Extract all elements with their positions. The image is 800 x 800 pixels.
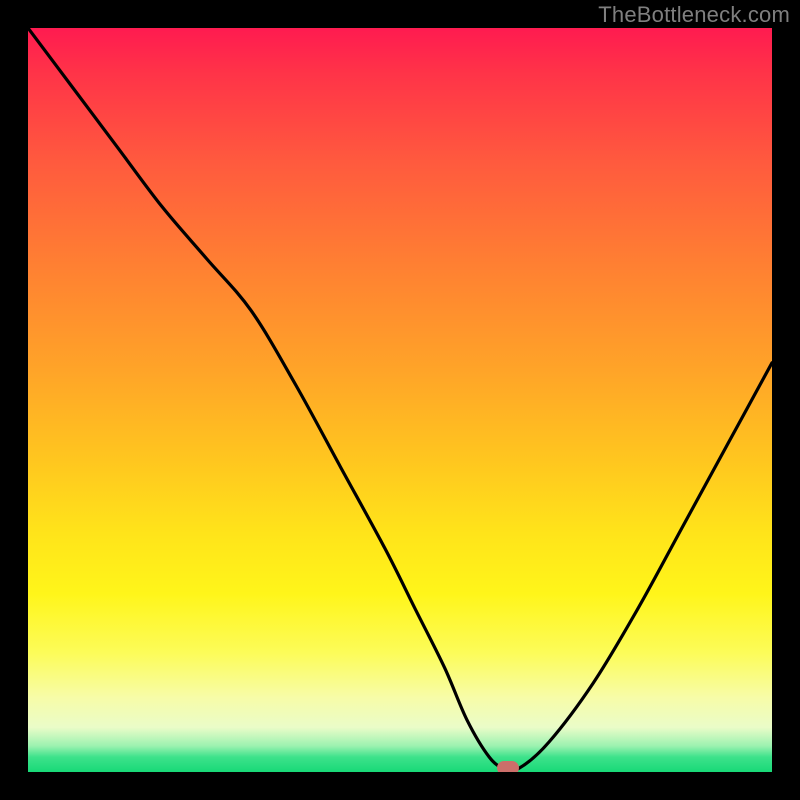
curve-svg — [28, 28, 772, 772]
bottleneck-curve — [28, 28, 772, 771]
minimum-marker — [497, 761, 519, 772]
watermark-text: TheBottleneck.com — [598, 2, 790, 28]
plot-area — [28, 28, 772, 772]
chart-frame: TheBottleneck.com — [0, 0, 800, 800]
